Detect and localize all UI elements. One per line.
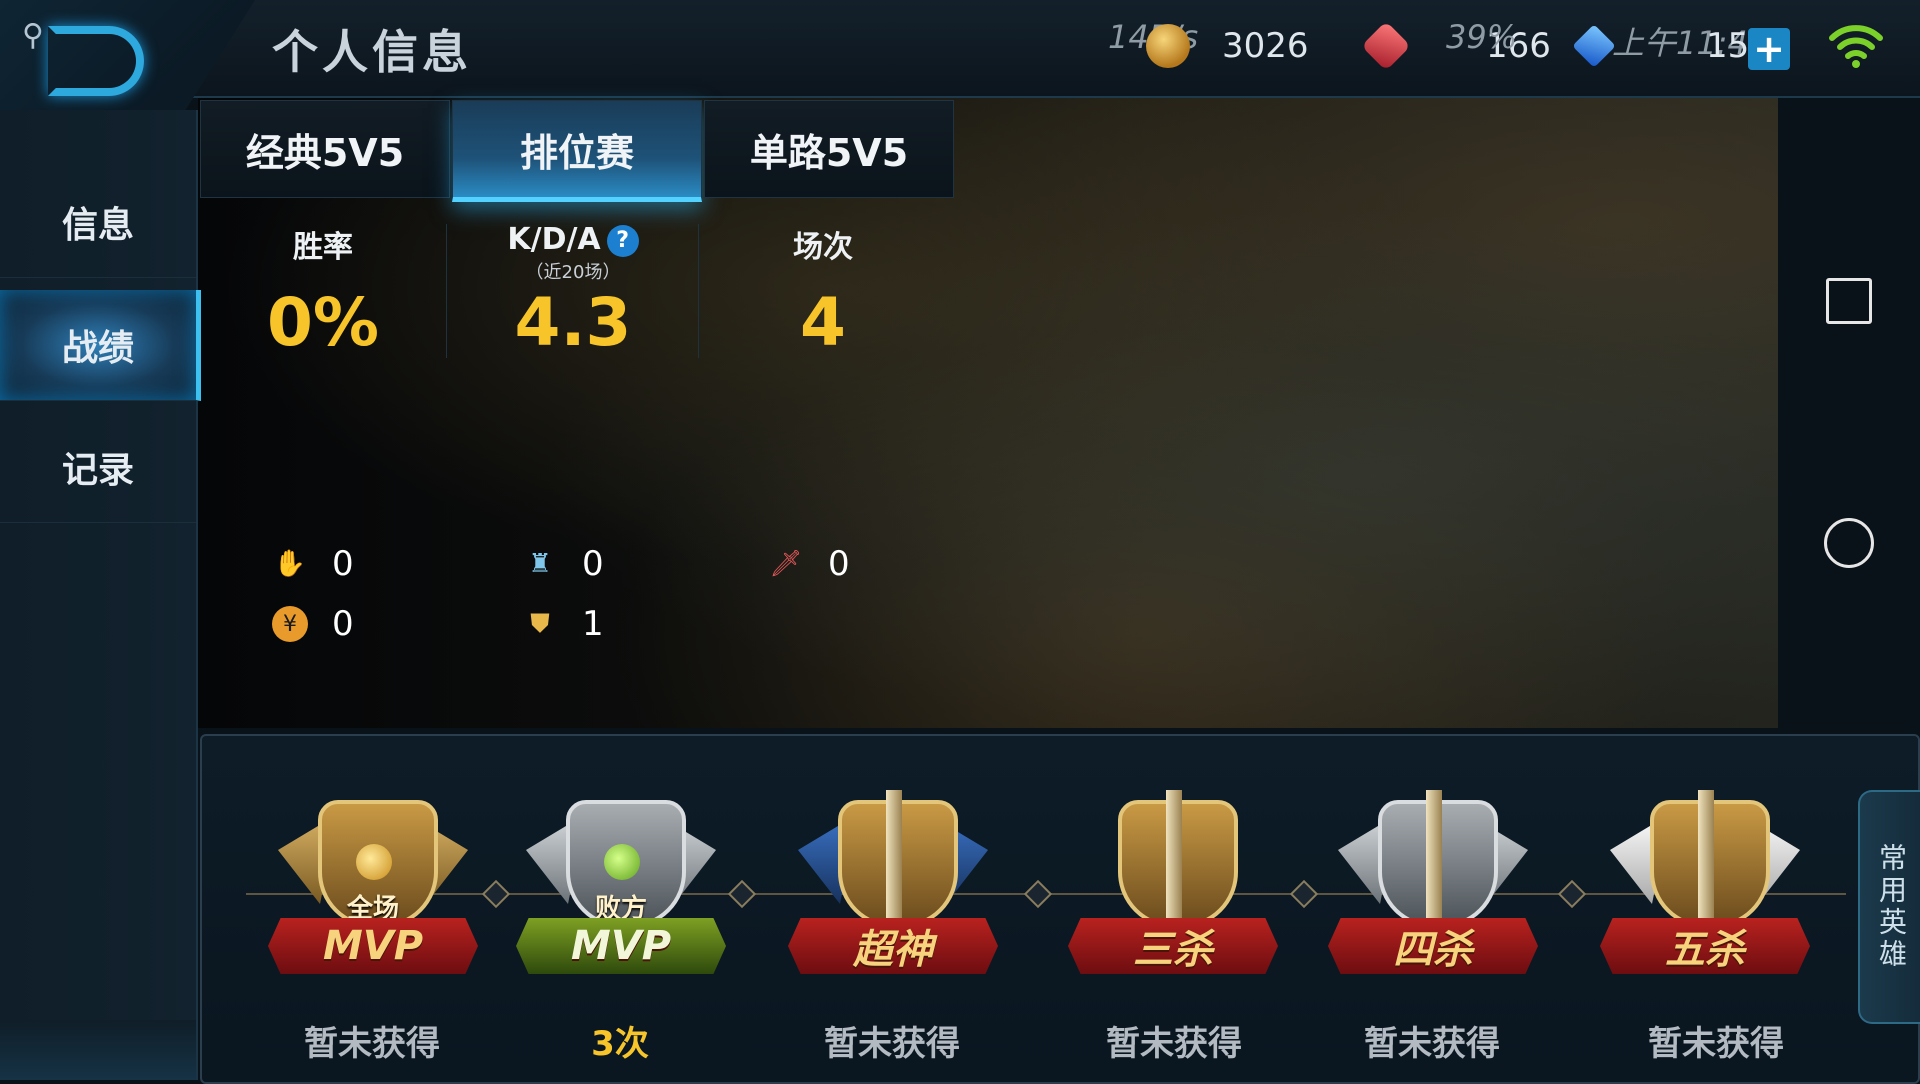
mode-tabs: 经典5V5 排位赛 单路5V5 — [200, 100, 956, 202]
badge-sword — [1698, 790, 1714, 930]
badge-ribbon: MVP — [268, 918, 478, 974]
stat-kda: K/D/A? （近20场） 4.3 — [448, 222, 698, 361]
stat-games: 场次 4 — [698, 222, 948, 361]
wifi-icon — [1829, 25, 1883, 68]
achievement-status: 暂未获得 — [304, 1024, 440, 1064]
nav-item-record[interactable]: 战绩 — [0, 290, 201, 401]
plus-icon[interactable]: + — [1748, 27, 1790, 71]
badge-orb — [604, 844, 640, 880]
badge-ribbon: 三杀 — [1068, 918, 1278, 974]
badge-sword — [1426, 790, 1442, 930]
achievement-status: 暂未获得 — [824, 1024, 960, 1064]
blade-value: 0 — [828, 544, 850, 584]
stat-win-rate: 胜率 0% — [198, 222, 448, 361]
mini-stat-tower: ♜ 0 — [522, 544, 604, 584]
achievement-status: 暂未获得 — [1106, 1024, 1242, 1064]
achievement-status: 3次 — [591, 1024, 649, 1064]
coin-icon — [1146, 24, 1190, 68]
coin-value: 3026 — [1222, 26, 1309, 66]
hand-icon: ✋ — [273, 549, 307, 579]
achievement-status: 暂未获得 — [1364, 1024, 1500, 1064]
win-rate-value: 0% — [266, 284, 380, 361]
mini-stat-gold: ¥ 0 — [272, 604, 354, 644]
badge-ribbon: 超神 — [788, 918, 998, 974]
badge-ribbon: MVP — [516, 918, 726, 974]
stat-divider — [446, 224, 447, 358]
nav-item-info[interactable]: 信息 — [0, 167, 196, 278]
key-icon: ⚲ — [22, 18, 44, 53]
gem-icon — [1361, 21, 1411, 71]
badge-legendary[interactable]: 超神 — [788, 790, 998, 1000]
diamond-value: 15 — [1706, 26, 1750, 66]
gold-icon: ¥ — [272, 606, 308, 642]
kda-label-row: K/D/A? — [448, 222, 698, 262]
back-button[interactable]: ⚲ — [0, 0, 255, 113]
tab-classic[interactable]: 经典5V5 — [200, 100, 450, 198]
shield-icon: ⛊ — [530, 608, 550, 639]
tab-solo-lane[interactable]: 单路5V5 — [704, 100, 954, 198]
blade-icon: 🗡 — [769, 549, 803, 579]
badge-quadra-kill[interactable]: 四杀 — [1328, 790, 1538, 1000]
badge-sword — [1166, 790, 1182, 930]
games-label: 场次 — [793, 230, 853, 265]
shield-value: 1 — [582, 604, 604, 644]
common-heroes-tab[interactable]: 常用英雄 — [1858, 790, 1920, 1024]
nav-footer — [0, 1020, 196, 1080]
kda-sub: （近20场） — [525, 262, 621, 283]
win-rate-label: 胜率 — [293, 230, 353, 265]
badge-mvp-all[interactable]: 全场 MVP — [268, 790, 478, 1000]
battery-level: 39% — [1446, 18, 1518, 56]
kda-label: K/D/A — [507, 222, 601, 257]
mini-stat-hand: ✋ 0 — [272, 544, 354, 584]
back-arrow-icon — [48, 26, 144, 96]
badge-penta-kill[interactable]: 五杀 — [1600, 790, 1810, 1000]
badge-triple-kill[interactable]: 三杀 — [1068, 790, 1278, 1000]
kda-value: 4.3 — [514, 284, 632, 361]
badge-ribbon: 四杀 — [1328, 918, 1538, 974]
tower-icon: ♜ — [528, 549, 552, 579]
badge-ribbon: 五杀 — [1600, 918, 1810, 974]
page-title: 个人信息 — [272, 25, 472, 79]
badge-orb — [356, 844, 392, 880]
left-nav: 信息 战绩 记录 — [0, 110, 201, 1080]
mini-stat-blade: 🗡 0 — [768, 544, 850, 584]
achievement-status: 暂未获得 — [1648, 1024, 1784, 1064]
help-icon[interactable]: ? — [606, 224, 639, 257]
tab-ranked[interactable]: 排位赛 — [452, 100, 702, 202]
top-bar: ⚲ 个人信息 14B/s 3026 166 39% 上午11:43 15 + — [0, 0, 1920, 113]
tower-value: 0 — [582, 544, 604, 584]
badge-mvp-losing[interactable]: 败方 MVP — [516, 790, 726, 1000]
badge-sword — [886, 790, 902, 930]
recent-apps-button[interactable] — [1826, 278, 1872, 324]
coin-counter[interactable]: 3026 — [1146, 24, 1309, 68]
diamond-icon — [1572, 24, 1616, 68]
common-heroes-label: 常用英雄 — [1875, 843, 1908, 971]
games-value: 4 — [800, 284, 846, 361]
hand-value: 0 — [332, 544, 354, 584]
home-button[interactable] — [1824, 518, 1874, 568]
gold-value: 0 — [332, 604, 354, 644]
nav-item-history[interactable]: 记录 — [0, 412, 196, 523]
mini-stat-shield: ⛊ 1 — [522, 604, 604, 644]
